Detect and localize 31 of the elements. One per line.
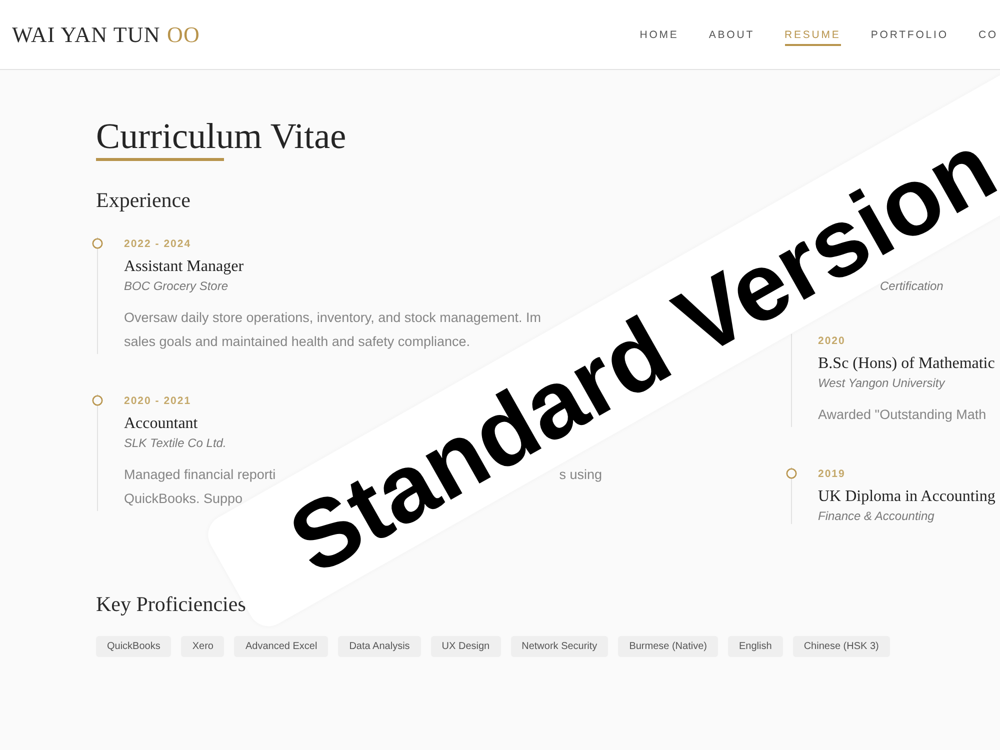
nav-link[interactable]: ABOUT	[708, 23, 755, 46]
year-label: 2019	[818, 467, 846, 481]
job-title: Accountant	[124, 414, 198, 434]
degree-title: UK Diploma in Accounting	[818, 487, 996, 507]
skill-tag: QuickBooks	[96, 636, 172, 657]
skill-tag: UX Design	[430, 636, 501, 657]
skill-tag: Advanced Excel	[234, 636, 328, 657]
institution-name: Finance & Accounting	[818, 508, 934, 524]
skill-tag: Burmese (Native)	[618, 636, 718, 657]
skill-tag: Chinese (HSK 3)	[792, 636, 890, 657]
company-name: BOC Grocery Store	[124, 278, 228, 294]
site-logo[interactable]: WAI YAN TUN OO	[12, 22, 200, 48]
skill-tag: Data Analysis	[338, 636, 421, 657]
skill-tag: English	[728, 636, 783, 657]
nav-link[interactable]: HOME	[640, 23, 679, 46]
degree-title: B.Sc (Hons) of Mathematic	[818, 354, 995, 374]
page-title: Curriculum Vitae	[96, 116, 346, 156]
skill-tag: Xero	[181, 636, 224, 657]
nav-link[interactable]: CO	[978, 23, 998, 46]
description-text: QuickBooks. Suppo	[124, 490, 243, 508]
skill-tag: Network Security	[510, 636, 608, 657]
company-name: SLK Textile Co Ltd.	[124, 435, 226, 451]
date-range: 2020 - 2021	[124, 394, 192, 408]
description-text: Managed financial reporti	[124, 466, 276, 484]
job-title: Assistant Manager	[124, 257, 244, 277]
section-heading: Experience	[96, 187, 190, 214]
description-text: Awarded "Outstanding Math	[818, 406, 986, 424]
nav-link[interactable]: PORTFOLIO	[870, 23, 948, 46]
section-heading: Key Proficiencies	[96, 591, 246, 618]
date-range: 2022 - 2024	[124, 237, 192, 251]
institution-name: West Yangon University	[818, 375, 945, 391]
